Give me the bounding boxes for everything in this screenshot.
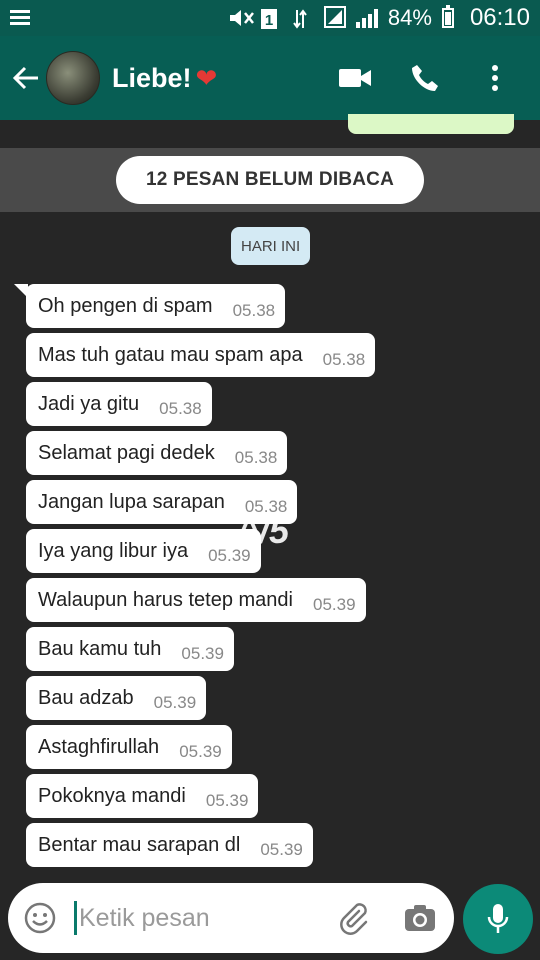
svg-text:1: 1: [265, 12, 273, 29]
message-text: Mas tuh gatau mau spam apa: [38, 343, 303, 366]
message-text: Jadi ya gitu: [38, 392, 140, 415]
message-time: 05.38: [322, 350, 366, 369]
message-input[interactable]: Ketik pesan: [79, 904, 336, 933]
message-text: Iya yang libur iya: [38, 539, 189, 562]
message-time: 05.39: [181, 644, 224, 663]
message-bubble[interactable]: Bau kamu tuh 05.39: [26, 627, 234, 671]
emoji-icon[interactable]: [24, 902, 56, 934]
message-time: 05.39: [260, 840, 303, 859]
message-bubble[interactable]: Walaupun harus tetep mandi 05.39: [26, 578, 366, 622]
message-bubble[interactable]: Mas tuh gatau mau spam apa 05.38: [26, 333, 376, 377]
message-bubble[interactable]: Iya yang libur iya 05.39: [26, 529, 261, 573]
message-bubble[interactable]: Jadi ya gitu 05.38: [26, 382, 212, 426]
message-bubble[interactable]: Oh pengen di spam 05.38: [26, 284, 286, 328]
message-bubble[interactable]: Bentar mau sarapan dl 05.39: [26, 823, 313, 867]
message-bubble[interactable]: Pokoknya mandi 05.39: [26, 774, 259, 818]
mic-button[interactable]: [463, 884, 533, 954]
message-time: 05.39: [179, 742, 222, 761]
message-text: Pokoknya mandi: [38, 784, 186, 807]
message-bubble[interactable]: Selamat pagi dedek 05.38: [26, 431, 288, 475]
chat-area[interactable]: 12 PESAN BELUM DIBACA HARI INI Oh pengen…: [0, 114, 540, 880]
date-chip: HARI INI: [231, 227, 311, 265]
battery-percent: 84%: [387, 5, 432, 30]
message-time: 05.39: [153, 693, 197, 712]
contact-name[interactable]: Liebe! ❤: [112, 63, 217, 94]
menu-icon: [10, 9, 32, 27]
more-vert-icon[interactable]: [478, 61, 512, 95]
status-bar: 1 84% 06:10: [0, 0, 540, 36]
camera-icon[interactable]: [402, 900, 438, 936]
contact-name-text: Liebe!: [112, 62, 192, 93]
data-icon: [292, 8, 314, 29]
back-arrow-icon[interactable]: [8, 60, 44, 96]
battery-icon: [441, 5, 454, 28]
signal-icon: [355, 8, 378, 28]
message-text: Bentar mau sarapan dl: [38, 833, 241, 856]
message-time: 05.38: [159, 399, 202, 418]
message-text: Walaupun harus tetep mandi: [38, 588, 293, 611]
chat-header: Liebe! ❤: [0, 36, 540, 120]
message-time: 05.38: [234, 448, 278, 467]
mic-icon: [487, 904, 509, 933]
status-icons: 1 84% 06:10: [228, 4, 530, 32]
attach-icon[interactable]: [336, 900, 372, 936]
message-time: 05.38: [232, 301, 276, 320]
phone-icon[interactable]: [408, 61, 442, 95]
overlay-mark: ^/5: [238, 510, 290, 551]
heart-emoji: ❤: [195, 62, 218, 93]
message-text: Astaghfirullah: [38, 735, 160, 758]
message-bubble[interactable]: Bau adzab 05.39: [26, 676, 207, 720]
mute-icon: [228, 8, 254, 28]
message-text: Bau adzab: [38, 686, 134, 709]
message-text: Jangan lupa sarapan: [38, 490, 225, 513]
message-composer: Ketik pesan: [8, 883, 454, 953]
message-time: 05.39: [205, 791, 249, 810]
clock: 06:10: [469, 4, 530, 31]
video-call-icon[interactable]: [338, 61, 372, 95]
message-text: Selamat pagi dedek: [38, 441, 215, 464]
message-text: Bau kamu tuh: [38, 637, 162, 660]
avatar[interactable]: [46, 51, 100, 105]
unread-banner: 12 PESAN BELUM DIBACA: [0, 148, 540, 212]
unread-count-label: 12 PESAN BELUM DIBACA: [115, 156, 425, 204]
text-cursor: [74, 901, 77, 935]
previous-message-bubble: [348, 114, 514, 134]
signal-icon: [323, 6, 346, 28]
message-bubble[interactable]: Astaghfirullah 05.39: [26, 725, 232, 769]
sim-icon: 1: [260, 8, 282, 29]
message-time: 05.39: [312, 595, 356, 614]
message-text: Oh pengen di spam: [38, 294, 213, 317]
